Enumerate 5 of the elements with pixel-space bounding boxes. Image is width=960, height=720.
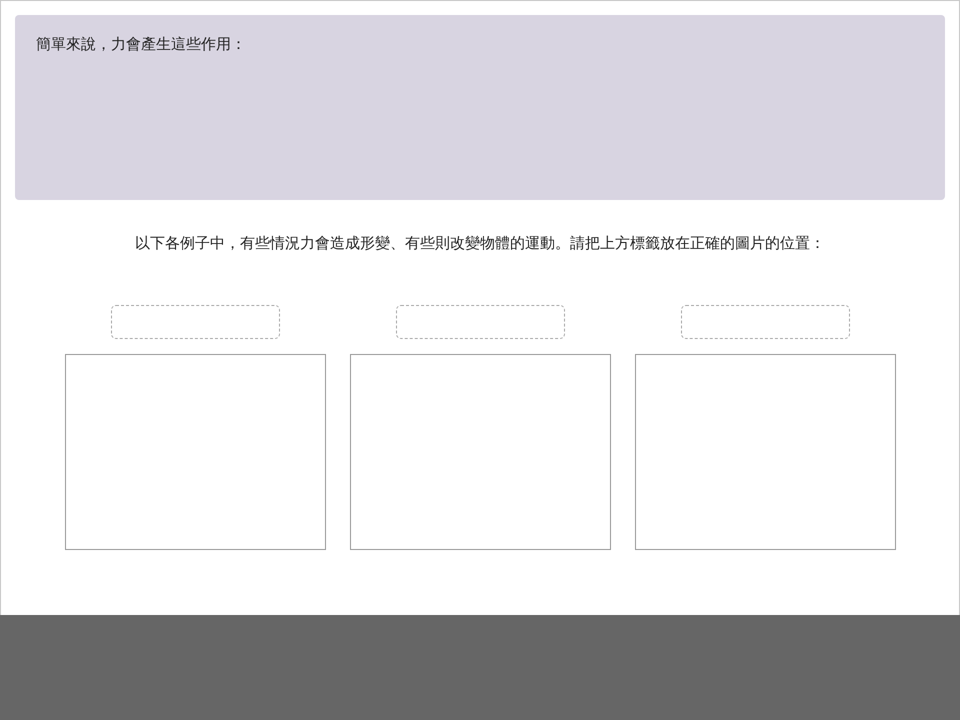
label-drop-slot[interactable] (396, 305, 564, 339)
panel-heading: 簡單來說，力會產生這些作用： (36, 35, 246, 53)
label-drop-slot[interactable] (680, 305, 850, 339)
instruction-text: 以下各例子中，有些情況力會造成形變、有些則改變物體的運動。請把上方標籤放在正確的圖片的位置： (134, 234, 826, 253)
label-drop-slot[interactable] (110, 305, 280, 339)
